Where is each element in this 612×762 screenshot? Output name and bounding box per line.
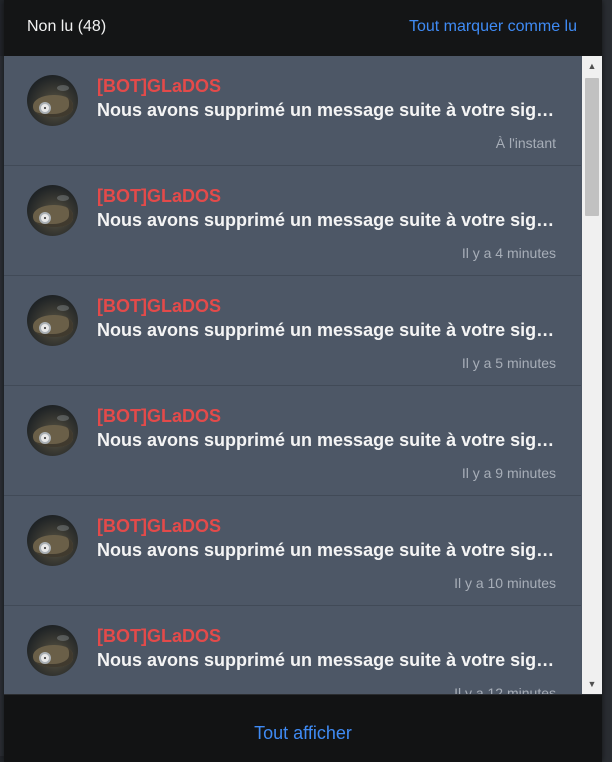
background-page-edge-right (602, 0, 612, 762)
notification-author: [BOT]GLaDOS (97, 76, 221, 96)
notification-time: Il y a 4 minutes (461, 245, 556, 261)
notifications-footer: Tout afficher (4, 694, 602, 762)
unread-count-title: Non lu (48) (27, 18, 107, 35)
notification-scrollbar[interactable]: ▲ ▼ (582, 56, 602, 694)
notification-list[interactable]: [BOT]GLaDOS Nous avons supprimé un messa… (4, 56, 602, 694)
notification-item[interactable]: [BOT]GLaDOS Nous avons supprimé un messa… (4, 606, 581, 694)
notifications-header: Non lu (48) Tout marquer comme lu (4, 0, 602, 56)
notification-time: Il y a 10 minutes (454, 575, 556, 591)
notification-message: Nous avons supprimé un message suite à v… (97, 100, 557, 120)
notification-message: Nous avons supprimé un message suite à v… (97, 320, 557, 340)
notification-time: Il y a 9 minutes (461, 465, 556, 481)
show-all-link[interactable]: Tout afficher (4, 723, 602, 744)
notification-item[interactable]: [BOT]GLaDOS Nous avons supprimé un messa… (4, 496, 581, 606)
scrollbar-thumb[interactable] (585, 78, 599, 216)
notification-message: Nous avons supprimé un message suite à v… (97, 650, 557, 670)
notification-item[interactable]: [BOT]GLaDOS Nous avons supprimé un messa… (4, 166, 581, 276)
glados-avatar-icon (27, 515, 78, 566)
notification-time: Il y a 12 minutes (454, 685, 556, 694)
arrow-up-icon[interactable]: ▲ (582, 58, 602, 74)
notification-author: [BOT]GLaDOS (97, 186, 221, 206)
mark-all-read-link[interactable]: Tout marquer comme lu (409, 18, 577, 36)
notification-author: [BOT]GLaDOS (97, 296, 221, 316)
notification-message: Nous avons supprimé un message suite à v… (97, 430, 557, 450)
notification-time: Il y a 5 minutes (461, 355, 556, 371)
arrow-down-icon[interactable]: ▼ (582, 676, 602, 692)
notification-message: Nous avons supprimé un message suite à v… (97, 210, 557, 230)
notification-author: [BOT]GLaDOS (97, 516, 221, 536)
glados-avatar-icon (27, 185, 78, 236)
notification-author: [BOT]GLaDOS (97, 626, 221, 646)
glados-avatar-icon (27, 295, 78, 346)
notifications-panel: Non lu (48) Tout marquer comme lu [BOT]G… (4, 0, 602, 762)
glados-avatar-icon (27, 75, 78, 126)
notification-item[interactable]: [BOT]GLaDOS Nous avons supprimé un messa… (4, 386, 581, 496)
notification-message: Nous avons supprimé un message suite à v… (97, 540, 557, 560)
notification-item[interactable]: [BOT]GLaDOS Nous avons supprimé un messa… (4, 56, 581, 166)
notification-author: [BOT]GLaDOS (97, 406, 221, 426)
glados-avatar-icon (27, 625, 78, 676)
notification-time: À l'instant (495, 135, 556, 151)
notification-item[interactable]: [BOT]GLaDOS Nous avons supprimé un messa… (4, 276, 581, 386)
glados-avatar-icon (27, 405, 78, 456)
